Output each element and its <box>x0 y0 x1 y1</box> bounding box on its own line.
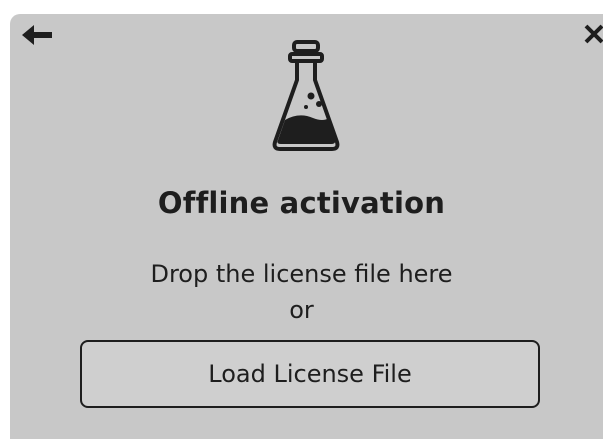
load-license-file-button[interactable]: Load License File <box>80 340 540 408</box>
back-arrow-icon <box>22 25 52 45</box>
offline-activation-dialog: Offline activation Drop the license file… <box>10 14 603 439</box>
back-button[interactable] <box>20 22 54 48</box>
close-icon <box>584 24 603 44</box>
dialog-title: Offline activation <box>157 186 446 220</box>
flask-icon <box>272 40 340 151</box>
separator-text: or <box>289 296 314 324</box>
close-button[interactable] <box>583 22 603 48</box>
drop-instruction: Drop the license file here <box>150 260 453 288</box>
load-license-file-label: Load License File <box>208 360 412 388</box>
